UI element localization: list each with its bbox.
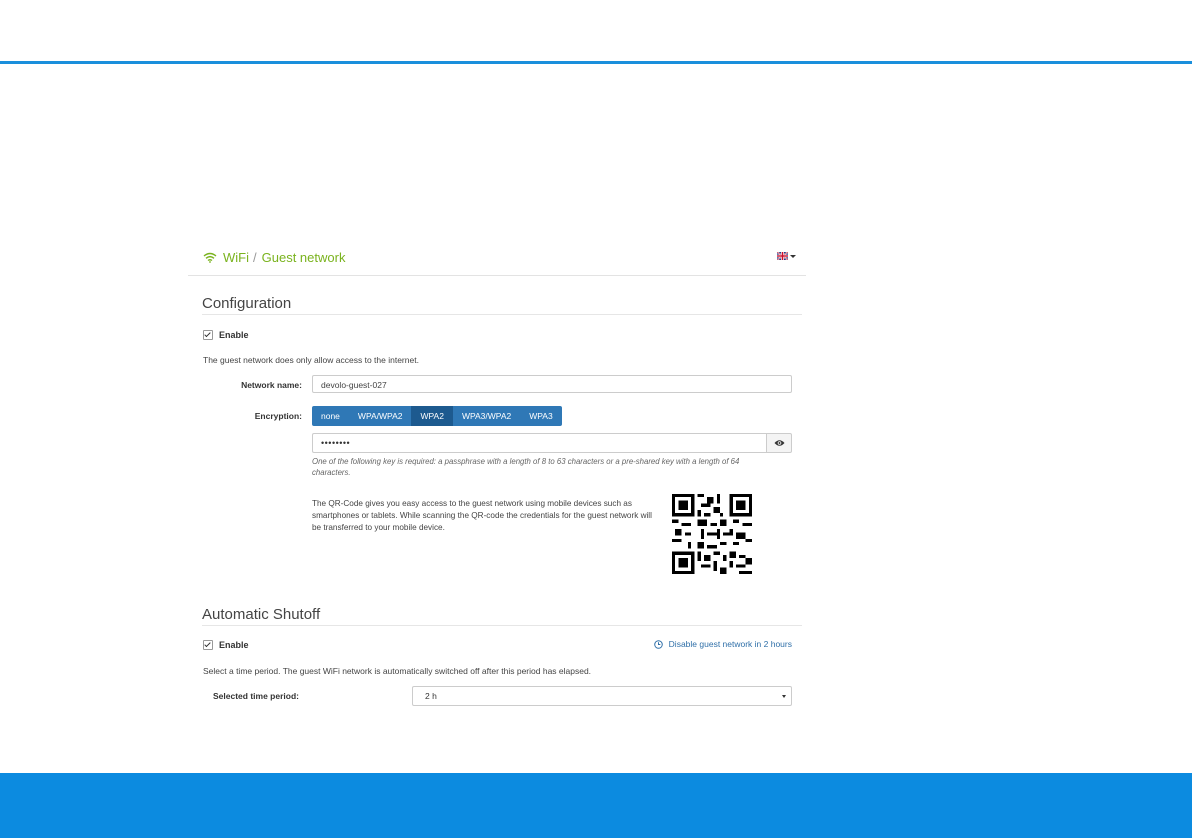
- config-enable-label: Enable: [219, 330, 249, 340]
- top-rule: [0, 61, 1192, 64]
- encryption-option-wpa3[interactable]: WPA3: [520, 406, 561, 426]
- encryption-option-wpa-wpa2[interactable]: WPA/WPA2: [349, 406, 412, 426]
- language-selector[interactable]: [777, 252, 796, 260]
- footer-band: [0, 773, 1192, 838]
- time-period-label: Selected time period:: [213, 691, 299, 701]
- password-input[interactable]: ••••••••: [312, 433, 766, 453]
- eye-icon: [774, 440, 784, 446]
- shutoff-info-text: Select a time period. The guest WiFi net…: [203, 666, 592, 676]
- config-enable-checkbox[interactable]: [203, 330, 213, 340]
- config-info-text: The guest network does only allow access…: [203, 355, 419, 365]
- encryption-option-none[interactable]: none: [312, 406, 349, 426]
- config-enable-row: Enable: [203, 330, 249, 340]
- encryption-option-wpa2[interactable]: WPA2: [411, 406, 453, 426]
- wifi-icon: [203, 252, 217, 263]
- shutoff-enable-label: Enable: [219, 640, 249, 650]
- encryption-label: Encryption:: [254, 411, 302, 421]
- disable-timer-link[interactable]: Disable guest network in 2 hours: [653, 639, 792, 649]
- encryption-option-wpa3-wpa2[interactable]: WPA3/WPA2: [453, 406, 520, 426]
- configuration-title: Configuration: [202, 295, 292, 312]
- disable-timer-text: Disable guest network in 2 hours: [668, 639, 792, 649]
- breadcrumb-current: Guest network: [261, 250, 346, 265]
- breadcrumb-separator: /: [253, 250, 257, 265]
- shutoff-enable-row: Enable: [203, 640, 249, 650]
- chevron-down-icon: [790, 254, 796, 258]
- time-period-select[interactable]: 2 h: [412, 686, 792, 706]
- uk-flag-icon: [777, 252, 788, 260]
- password-help-text: One of the following key is required: a …: [312, 457, 740, 477]
- qr-code-description: The QR-Code gives you easy access to the…: [312, 499, 652, 532]
- header-bar: WiFi / Guest network: [188, 240, 806, 276]
- chevron-down-icon: [782, 695, 786, 698]
- network-name-input[interactable]: devolo-guest-027: [312, 375, 792, 393]
- clock-icon: [653, 639, 663, 649]
- shutoff-title: Automatic Shutoff: [202, 606, 321, 623]
- section-divider: [202, 625, 802, 626]
- password-group: ••••••••: [312, 433, 792, 453]
- shutoff-enable-checkbox[interactable]: [203, 640, 213, 650]
- network-name-label: Network name:: [241, 380, 302, 390]
- breadcrumb: WiFi / Guest network: [203, 250, 345, 265]
- breadcrumb-root-link[interactable]: WiFi: [223, 250, 249, 265]
- time-period-value: 2 h: [425, 691, 437, 701]
- qr-code-image: [672, 494, 752, 574]
- section-divider: [202, 314, 802, 315]
- show-password-button[interactable]: [766, 433, 792, 453]
- encryption-button-group: none WPA/WPA2 WPA2 WPA3/WPA2 WPA3: [312, 406, 562, 426]
